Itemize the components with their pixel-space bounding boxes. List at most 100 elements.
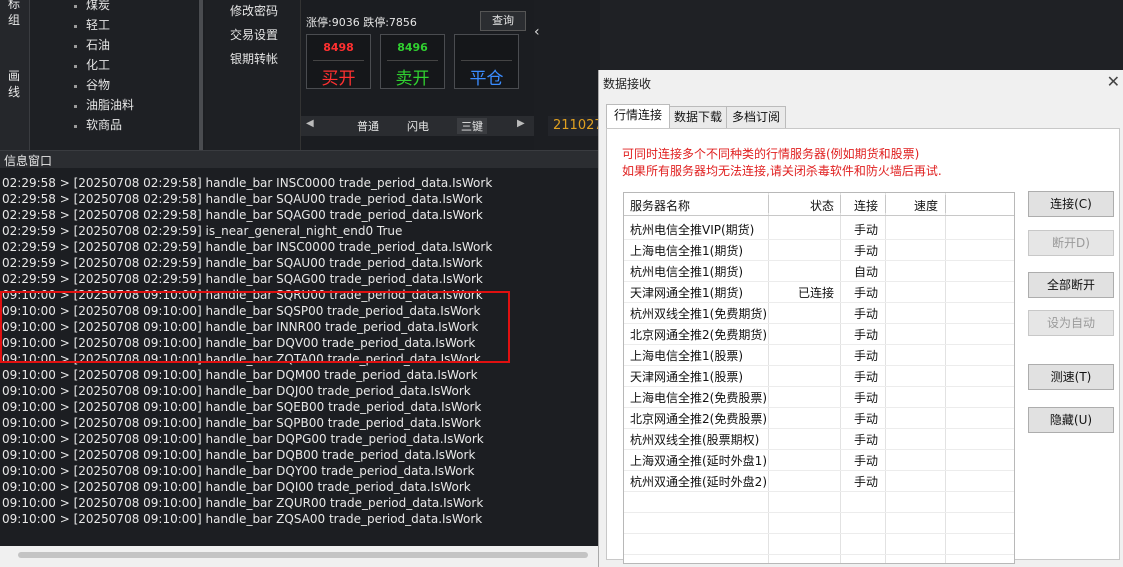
col-speed[interactable]: 速度 [914,197,938,214]
server-conn-mode: 自动 [854,265,879,279]
category-item[interactable]: 石油 [86,36,110,53]
log-line: 02:29:59 > [20250708 02:29:59] handle_ba… [2,272,483,286]
col-server-name[interactable]: 服务器名称 [630,197,690,214]
close-icon[interactable]: ✕ [1107,72,1120,91]
category-item[interactable]: 油脂油料 [86,96,134,113]
table-row[interactable]: 上海电信全推1(期货) 手动 [624,239,1014,261]
buy-open-label: 买开 [321,69,356,89]
mode-three-key-tab[interactable]: 三键 [457,118,487,134]
mode-flash-tab[interactable]: 闪电 [407,118,429,134]
table-row[interactable]: 天津网通全推1(期货) 已连接 手动 [624,281,1014,303]
server-status: 已连接 [798,286,835,300]
server-name: 上海双通全推(延时外盘1) [630,454,767,468]
collapse-panel-icon[interactable]: ‹ [534,24,540,40]
table-row-empty [624,491,1014,513]
menu-change-password[interactable]: 修改密码 [230,2,278,19]
server-conn-mode: 手动 [854,454,879,468]
server-conn-mode: 手动 [854,349,879,363]
server-conn-mode: 手动 [854,475,879,489]
warning-line-2: 如果所有服务器均无法连接,请关闭杀毒软件和防火墙后再试. [622,164,942,178]
warning-line-1: 可同时连接多个不同种类的行情服务器(例如期货和股票) [622,147,920,161]
log-horizontal-scrollbar[interactable] [0,546,598,567]
table-row[interactable]: 天津网通全推1(股票) 手动 [624,365,1014,387]
category-item[interactable]: 软商品 [86,116,122,133]
server-conn-mode: 手动 [854,286,879,300]
tab-market-connection[interactable]: 行情连接 [606,104,670,129]
server-name: 天津网通全推1(股票) [630,370,743,384]
menu-bank-transfer[interactable]: 银期转帐 [230,50,278,67]
table-row[interactable]: 上海双通全推(延时外盘1) 手动 [624,449,1014,471]
log-line: 09:10:00 > [20250708 09:10:00] handle_ba… [2,400,482,414]
table-row[interactable]: 上海电信全推1(股票) 手动 [624,344,1014,366]
close-position-label: 平仓 [469,69,504,89]
menu-trade-settings[interactable]: 交易设置 [230,26,278,43]
log-line: 09:10:00 > [20250708 09:10:00] handle_ba… [2,448,476,462]
log-line: 09:10:00 > [20250708 09:10:00] handle_ba… [2,512,483,526]
bullet-icon [74,5,77,8]
category-item[interactable]: 煤炭 [86,0,110,13]
server-conn-mode: 手动 [854,307,879,321]
category-item[interactable]: 轻工 [86,16,110,33]
table-row[interactable]: 北京网通全推2(免费期货) 手动 [624,323,1014,345]
server-conn-mode: 手动 [854,412,879,426]
connect-button[interactable]: 连接(C) [1028,191,1114,217]
table-row-empty [624,533,1014,555]
category-item[interactable]: 谷物 [86,76,110,93]
bullet-icon [74,105,77,108]
table-header: 服务器名称 状态 连接 速度 [624,193,1014,216]
category-list: 煤炭 轻工 石油 化工 谷物 油脂油料 软商品 [30,0,198,150]
server-name: 杭州电信全推VIP(期货) [630,223,755,237]
tab-data-download[interactable]: 数据下载 [669,106,727,129]
table-row[interactable]: 杭州双线全推1(免费期货) 手动 [624,302,1014,324]
mode-normal-tab[interactable]: 普通 [357,118,379,134]
server-name: 杭州双线全推1(免费期货) [630,307,767,321]
log-line: 02:29:59 > [20250708 02:29:59] is_near_g… [2,224,403,238]
arrow-right-icon[interactable]: ▶ [517,118,525,129]
sell-open-button[interactable]: 8496 卖开 [380,34,445,89]
col-connect[interactable]: 连接 [854,197,878,214]
limit-up: 涨停:9036 [306,16,360,29]
buy-open-button[interactable]: 8498 买开 [306,34,371,89]
log-line: 09:10:00 > [20250708 09:10:00] handle_ba… [2,464,475,478]
table-row[interactable]: 杭州双线全推(股票期权) 手动 [624,428,1014,450]
log-line: 09:10:00 > [20250708 09:10:00] handle_ba… [2,368,478,382]
table-row[interactable]: 杭州双通全推(延时外盘2) 手动 [624,470,1014,492]
data-receive-dialog: 数据接收 ✕ 行情连接 数据下载 多档订阅 可同时连接多个不同种类的行情服务器(… [598,70,1123,567]
server-name: 杭州双线全推(股票期权) [630,433,760,447]
speed-test-button[interactable]: 测速(T) [1028,364,1114,390]
table-row[interactable]: 北京网通全推2(免费股票) 手动 [624,407,1014,429]
sell-open-label: 卖开 [395,69,430,89]
query-button[interactable]: 查询 [480,11,526,31]
buy-price: 8498 [323,41,354,54]
connection-pane: 可同时连接多个不同种类的行情服务器(例如期货和股票) 如果所有服务器均无法连接,… [606,128,1120,564]
price-limits: 涨停:9036 跌停:7856 [306,14,417,30]
server-name: 上海电信全推1(股票) [630,349,743,363]
sell-price: 8496 [397,41,428,54]
disconnect-button[interactable]: 断开D) [1028,230,1114,256]
col-status[interactable]: 状态 [810,197,834,214]
bullet-icon [74,85,77,88]
server-conn-mode: 手动 [854,370,879,384]
tab-drawing[interactable]: 画线 [8,68,21,100]
arrow-left-icon[interactable]: ◀ [306,118,314,129]
log-line: 02:29:58 > [20250708 02:29:58] handle_ba… [2,192,483,206]
table-row[interactable]: 杭州电信全推1(期货) 自动 [624,260,1014,282]
table-row[interactable]: 上海电信全推2(免费股票) 手动 [624,386,1014,408]
tab-depth-subscription[interactable]: 多档订阅 [726,106,786,129]
category-scrollbar[interactable] [199,0,203,150]
tab-groups[interactable]: 标组 [8,0,21,28]
category-item[interactable]: 化工 [86,56,110,73]
hide-button[interactable]: 隐藏(U) [1028,407,1114,433]
bullet-icon [74,25,77,28]
disconnect-all-button[interactable]: 全部断开 [1028,272,1114,298]
table-row[interactable]: 杭州电信全推VIP(期货) 手动 [624,218,1014,240]
close-position-button[interactable]: 平仓 [454,34,519,89]
server-name: 天津网通全推1(期货) [630,286,743,300]
bullet-icon [74,65,77,68]
set-auto-button[interactable]: 设为自动 [1028,310,1114,336]
log-line: 02:29:59 > [20250708 02:29:59] handle_ba… [2,240,493,254]
server-name: 北京网通全推2(免费股票) [630,412,767,426]
server-name: 上海电信全推2(免费股票) [630,391,767,405]
server-table: 服务器名称 状态 连接 速度 杭州电信全推VIP(期货) 手动 上海电信全推1(期… [623,192,1015,564]
info-window-title: 信息窗口 [4,154,53,168]
